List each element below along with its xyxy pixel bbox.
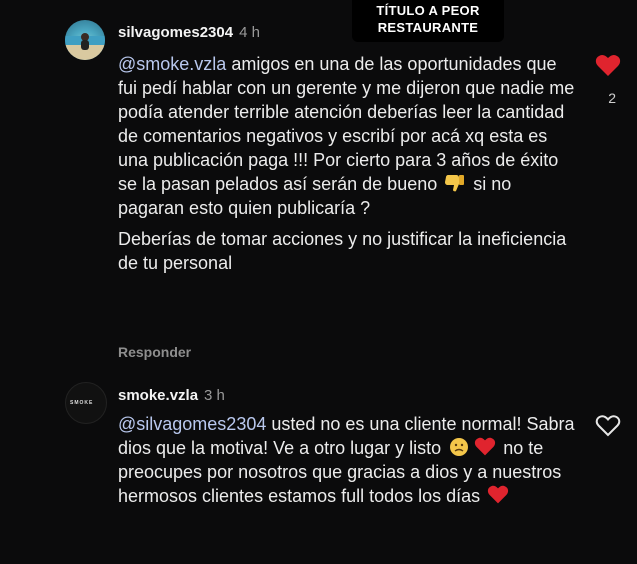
comment-body: @smoke.vzla amigos en una de las oportun… xyxy=(118,52,578,275)
avatar-logo-text: SMOKE xyxy=(70,400,94,406)
comment-time: 4 h xyxy=(239,24,260,41)
username-text[interactable]: silvagomes2304 xyxy=(118,24,233,41)
red-heart-icon xyxy=(474,437,496,457)
like-count: 2 xyxy=(608,90,616,106)
red-heart-icon xyxy=(487,485,509,505)
sad-face-icon xyxy=(448,437,470,457)
mention-link[interactable]: @smoke.vzla xyxy=(118,54,226,74)
thumbs-down-icon xyxy=(444,173,466,193)
comment-username[interactable]: silvagomes2304 4 h xyxy=(118,24,260,41)
beach-photo-icon xyxy=(65,33,105,60)
like-button[interactable] xyxy=(595,414,621,438)
mention-link[interactable]: @silvagomes2304 xyxy=(118,414,266,434)
heart-outline-icon xyxy=(595,415,621,437)
like-button[interactable] xyxy=(595,54,621,78)
comment-body: @silvagomes2304 usted no es una cliente … xyxy=(118,412,578,508)
comment-text-part-a: amigos en una de las oportunidades que f… xyxy=(118,54,575,194)
heart-filled-icon xyxy=(595,54,621,76)
caption-line-2: RESTAURANTE xyxy=(377,20,479,35)
avatar[interactable] xyxy=(65,20,105,60)
comment-paragraph-1: @smoke.vzla amigos en una de las oportun… xyxy=(118,52,578,220)
caption-overlay: TÍTULO A PEOR RESTAURANTE xyxy=(352,0,504,42)
comment-time: 3 h xyxy=(204,387,225,404)
comment-paragraph-2: Deberías de tomar acciones y no justific… xyxy=(118,229,567,273)
caption-line-1: TÍTULO A PEOR xyxy=(376,3,480,18)
reply-button[interactable]: Responder xyxy=(118,344,191,360)
username-text[interactable]: smoke.vzla xyxy=(118,387,198,404)
comment-username[interactable]: smoke.vzla 3 h xyxy=(118,387,225,404)
avatar[interactable]: SMOKE xyxy=(65,382,107,424)
